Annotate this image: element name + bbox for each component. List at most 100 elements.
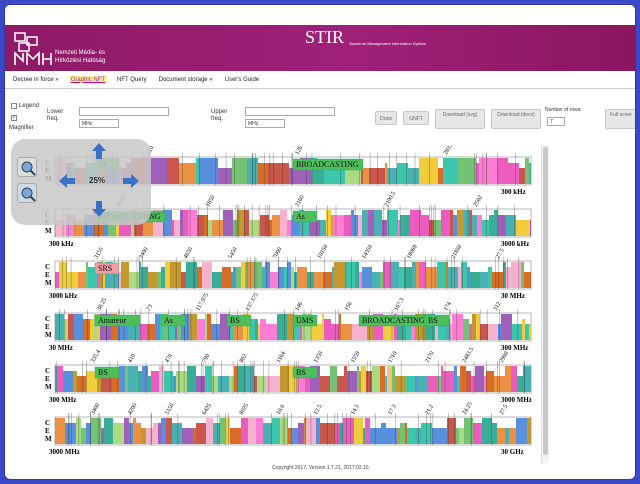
band-allocation-block bbox=[212, 220, 223, 236]
band-marker-label: 7000 bbox=[272, 247, 283, 260]
band-allocation-block bbox=[166, 418, 172, 444]
band-allocation-block bbox=[166, 210, 172, 236]
band-allocation-block bbox=[280, 210, 287, 236]
band-marker-label: 24.25 bbox=[462, 401, 474, 416]
pan-down-button[interactable] bbox=[89, 199, 109, 219]
gnft-button[interactable]: GNFT bbox=[403, 111, 429, 125]
menu-decree-in-force[interactable]: Decree in force » bbox=[11, 76, 61, 84]
magnifier-checkbox[interactable]: ✓ bbox=[11, 115, 17, 121]
band-allocation-block bbox=[525, 158, 529, 184]
band-allocation-block bbox=[167, 158, 179, 184]
band-allocation-block bbox=[354, 418, 363, 444]
band-allocation-block bbox=[453, 215, 457, 236]
zoom-in-button[interactable] bbox=[17, 157, 37, 177]
band-allocation-block bbox=[497, 158, 508, 184]
band-allocation-block bbox=[173, 376, 176, 392]
band-allocation-block bbox=[234, 366, 237, 392]
band-allocation-block bbox=[320, 376, 330, 392]
app-window: Nemzeti Média- és Hírközlési Hatóság STI… bbox=[4, 4, 636, 480]
band-allocation-block bbox=[344, 366, 347, 392]
band-allocation-block bbox=[170, 262, 181, 288]
band-allocation-block bbox=[331, 215, 333, 236]
band-allocation-block bbox=[63, 371, 73, 392]
band-allocation-block bbox=[363, 428, 365, 444]
pan-up-button[interactable] bbox=[89, 141, 109, 161]
chart-scrollbar[interactable] bbox=[541, 145, 549, 463]
band-allocation-block bbox=[517, 376, 523, 392]
menu-document-storage[interactable]: Document storage » bbox=[157, 76, 215, 84]
zoom-out-button[interactable] bbox=[17, 183, 37, 203]
band-allocation-block bbox=[516, 220, 522, 236]
band-allocation-block bbox=[255, 319, 258, 340]
band-allocation-block bbox=[188, 210, 197, 236]
band-marker-label: 2170 bbox=[425, 351, 436, 364]
band-allocation-block bbox=[288, 428, 291, 444]
band-allocation-block bbox=[464, 418, 473, 444]
band-allocation-block bbox=[317, 168, 324, 184]
draw-button[interactable]: Draw bbox=[375, 111, 397, 125]
band-allocation-block bbox=[471, 376, 475, 392]
band-allocation-block bbox=[139, 262, 141, 288]
band-allocation-block bbox=[246, 366, 254, 392]
band-allocation-block bbox=[387, 168, 397, 184]
band-marker-label: 312 bbox=[493, 301, 503, 312]
band-allocation-block bbox=[74, 314, 83, 340]
band-allocation-block bbox=[55, 272, 59, 288]
service-label: BS bbox=[230, 316, 240, 325]
band-marker-label: 6425 bbox=[202, 403, 213, 416]
band-allocation-block bbox=[328, 423, 335, 444]
band-marker-label: 2160 bbox=[295, 195, 306, 208]
band-allocation-block bbox=[237, 210, 244, 236]
download-docx-button[interactable]: Download (docx) bbox=[491, 109, 541, 129]
app-title: STIR bbox=[305, 27, 345, 47]
band-allocation-block bbox=[58, 366, 63, 392]
band-allocation-block bbox=[265, 262, 270, 288]
upper-freq-input[interactable] bbox=[245, 107, 335, 116]
band-allocation-block bbox=[482, 220, 489, 236]
upper-unit-select[interactable]: MHz bbox=[245, 119, 285, 128]
band-allocation-block bbox=[78, 272, 86, 288]
band-allocation-block bbox=[55, 366, 58, 392]
band-end-label: 3000 kHz bbox=[501, 240, 529, 248]
band-allocation-block bbox=[464, 210, 469, 236]
pan-right-button[interactable] bbox=[121, 171, 141, 191]
band-allocation-block bbox=[76, 418, 81, 444]
menu-graphic-nft[interactable]: Graphic NFT bbox=[68, 75, 108, 84]
band-allocation-block bbox=[505, 428, 509, 444]
band-allocation-block bbox=[461, 262, 467, 288]
band-allocation-block bbox=[383, 324, 394, 340]
legend-checkbox[interactable] bbox=[11, 103, 17, 109]
menu-users-guide[interactable]: User's Guide bbox=[223, 76, 262, 84]
scrollbar-thumb[interactable] bbox=[543, 147, 548, 455]
lower-freq-label: Lower freq. bbox=[47, 109, 64, 122]
band-allocation-block bbox=[421, 423, 432, 444]
band-allocation-block bbox=[333, 215, 344, 236]
band-allocation-block bbox=[457, 376, 460, 392]
lower-unit-select[interactable]: MHz bbox=[79, 119, 119, 128]
band-start-label: 300 kHz bbox=[49, 240, 74, 248]
upper-freq-label: Upper freq. bbox=[211, 109, 228, 122]
band-allocation-block bbox=[266, 324, 277, 340]
band-allocation-block bbox=[527, 418, 531, 444]
band-marker-label: 2502 bbox=[473, 195, 484, 208]
band-allocation-block bbox=[205, 314, 207, 340]
pan-left-button[interactable] bbox=[57, 171, 77, 191]
band-allocation-block bbox=[181, 272, 186, 288]
band-marker-label: 14.5 bbox=[350, 404, 360, 416]
band-allocation-block bbox=[522, 319, 525, 340]
band-allocation-block bbox=[104, 418, 113, 444]
service-label: Amateur bbox=[98, 316, 126, 325]
band-allocation-block bbox=[519, 168, 525, 184]
band-allocation-block bbox=[497, 428, 505, 444]
band-marker-label: 3155 bbox=[94, 247, 105, 260]
band-allocation-block bbox=[311, 324, 322, 340]
band-allocation-block bbox=[196, 423, 206, 444]
band-allocation-block bbox=[470, 272, 480, 288]
rows-select[interactable]: 7 bbox=[547, 117, 565, 126]
download-svg-button[interactable]: Download (svg) bbox=[435, 109, 485, 129]
band-allocation-block bbox=[147, 324, 155, 340]
band-allocation-block bbox=[501, 314, 512, 340]
full-screen-button[interactable]: Full scree bbox=[605, 109, 635, 129]
menu-nft-query[interactable]: NFT Query bbox=[115, 76, 149, 84]
lower-freq-input[interactable] bbox=[79, 107, 169, 116]
